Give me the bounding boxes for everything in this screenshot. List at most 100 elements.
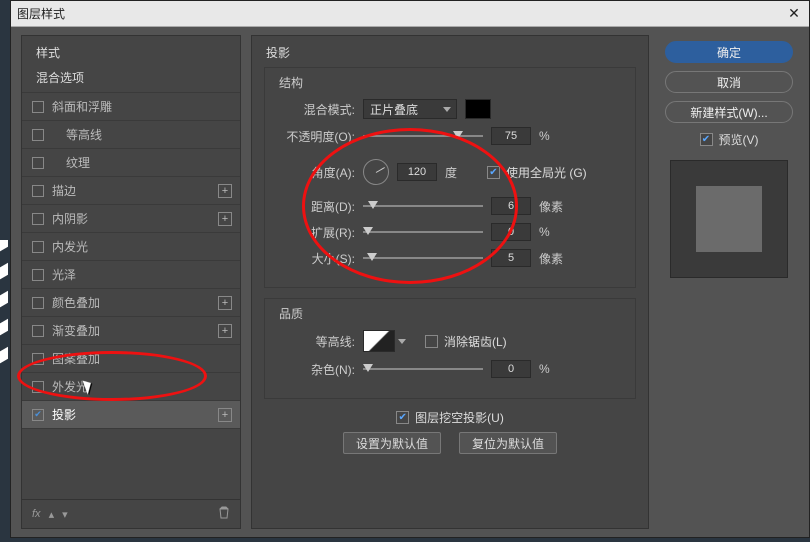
- style-checkbox[interactable]: [32, 185, 44, 197]
- new-style-button[interactable]: 新建样式(W)...: [665, 101, 793, 123]
- ok-button[interactable]: 确定: [665, 41, 793, 63]
- style-item-label: 纹理: [66, 154, 232, 171]
- style-checkbox[interactable]: [32, 381, 44, 393]
- style-item[interactable]: 纹理: [22, 149, 240, 177]
- style-checkbox[interactable]: [32, 241, 44, 253]
- move-up-icon[interactable]: ▴: [49, 508, 55, 521]
- noise-input[interactable]: 0: [491, 360, 531, 378]
- style-item-label: 等高线: [66, 126, 232, 143]
- style-item[interactable]: 图案叠加: [22, 345, 240, 373]
- opacity-label: 不透明度(O):: [277, 128, 355, 145]
- angle-label: 角度(A):: [277, 164, 355, 181]
- style-item-label: 描边: [52, 182, 218, 199]
- style-checkbox[interactable]: [32, 213, 44, 225]
- style-checkbox[interactable]: [32, 409, 44, 421]
- opacity-input[interactable]: 75: [491, 127, 531, 145]
- style-item[interactable]: 渐变叠加+: [22, 317, 240, 345]
- global-light-label: 使用全局光 (G): [506, 164, 587, 181]
- fx-menu[interactable]: fx: [32, 508, 41, 520]
- add-effect-icon[interactable]: +: [218, 212, 232, 226]
- close-button[interactable]: ✕: [785, 5, 803, 23]
- styles-header[interactable]: 样式: [22, 36, 240, 65]
- quality-legend: 品质: [279, 305, 623, 322]
- knockout-checkbox[interactable]: [396, 411, 409, 424]
- style-item[interactable]: 颜色叠加+: [22, 289, 240, 317]
- shadow-color-swatch[interactable]: [465, 99, 491, 119]
- style-tools: fx ▴ ▾: [22, 499, 240, 528]
- set-default-button[interactable]: 设置为默认值: [343, 432, 441, 454]
- noise-label: 杂色(N):: [277, 361, 355, 378]
- style-item[interactable]: 斜面和浮雕: [22, 93, 240, 121]
- global-light-checkbox[interactable]: [487, 166, 500, 179]
- style-item-label: 图案叠加: [52, 350, 232, 367]
- quality-group: 品质 等高线: 消除锯齿(L) 杂色(N): 0 %: [264, 298, 636, 399]
- style-item[interactable]: 投影+: [22, 401, 240, 429]
- size-slider[interactable]: [363, 251, 483, 265]
- trash-icon[interactable]: [218, 506, 230, 522]
- blend-mode-label: 混合模式:: [277, 101, 355, 118]
- distance-slider[interactable]: [363, 199, 483, 213]
- add-effect-icon[interactable]: +: [218, 324, 232, 338]
- noise-unit: %: [539, 362, 567, 376]
- size-label: 大小(S):: [277, 250, 355, 267]
- contour-label: 等高线:: [277, 333, 355, 350]
- reset-default-button[interactable]: 复位为默认值: [459, 432, 557, 454]
- spread-unit: %: [539, 225, 567, 239]
- style-item[interactable]: 内阴影+: [22, 205, 240, 233]
- style-item-label: 颜色叠加: [52, 294, 218, 311]
- size-input[interactable]: 5: [491, 249, 531, 267]
- style-item[interactable]: 光泽: [22, 261, 240, 289]
- knockout-label: 图层挖空投影(U): [415, 409, 504, 426]
- distance-input[interactable]: 6: [491, 197, 531, 215]
- background-decoration: [0, 240, 8, 380]
- effect-title: 投影: [264, 42, 636, 67]
- style-item[interactable]: 外发光: [22, 373, 240, 401]
- contour-picker[interactable]: [363, 330, 395, 352]
- add-effect-icon[interactable]: +: [218, 296, 232, 310]
- add-effect-icon[interactable]: +: [218, 184, 232, 198]
- blend-mode-select[interactable]: 正片叠底: [363, 99, 457, 119]
- dialog-title: 图层样式: [17, 5, 65, 22]
- effect-settings-panel: 投影 结构 混合模式: 正片叠底 不透明度(O): 75 % 角度(A):: [251, 35, 649, 529]
- style-checkbox[interactable]: [32, 353, 44, 365]
- layer-style-dialog: 图层样式 ✕ 样式 混合选项 斜面和浮雕等高线纹理描边+内阴影+内发光光泽颜色叠…: [10, 0, 810, 538]
- style-checkbox[interactable]: [32, 129, 44, 141]
- style-item-label: 外发光: [52, 378, 232, 395]
- style-checkbox[interactable]: [32, 297, 44, 309]
- preview-label: 预览(V): [719, 131, 759, 148]
- spread-input[interactable]: 0: [491, 223, 531, 241]
- angle-input[interactable]: 120: [397, 163, 437, 181]
- style-item-label: 光泽: [52, 266, 232, 283]
- move-down-icon[interactable]: ▾: [62, 508, 68, 521]
- style-item[interactable]: 等高线: [22, 121, 240, 149]
- style-item[interactable]: 描边+: [22, 177, 240, 205]
- style-item-label: 内阴影: [52, 210, 218, 227]
- style-item-label: 内发光: [52, 238, 232, 255]
- angle-dial[interactable]: [363, 159, 389, 185]
- style-item-label: 斜面和浮雕: [52, 98, 232, 115]
- distance-unit: 像素: [539, 198, 567, 215]
- spread-slider[interactable]: [363, 225, 483, 239]
- opacity-unit: %: [539, 129, 567, 143]
- preview-box: [670, 160, 788, 278]
- styles-panel: 样式 混合选项 斜面和浮雕等高线纹理描边+内阴影+内发光光泽颜色叠加+渐变叠加+…: [21, 35, 241, 529]
- noise-slider[interactable]: [363, 362, 483, 376]
- titlebar: 图层样式 ✕: [11, 1, 809, 27]
- style-item-label: 投影: [52, 406, 218, 423]
- size-unit: 像素: [539, 250, 567, 267]
- style-checkbox[interactable]: [32, 325, 44, 337]
- style-item[interactable]: 内发光: [22, 233, 240, 261]
- style-list: 斜面和浮雕等高线纹理描边+内阴影+内发光光泽颜色叠加+渐变叠加+图案叠加外发光投…: [22, 93, 240, 499]
- style-checkbox[interactable]: [32, 101, 44, 113]
- opacity-slider[interactable]: [363, 129, 483, 143]
- cancel-button[interactable]: 取消: [665, 71, 793, 93]
- style-checkbox[interactable]: [32, 157, 44, 169]
- style-checkbox[interactable]: [32, 269, 44, 281]
- action-panel: 确定 取消 新建样式(W)... 预览(V): [659, 35, 799, 529]
- blend-options[interactable]: 混合选项: [22, 65, 240, 93]
- add-effect-icon[interactable]: +: [218, 408, 232, 422]
- preview-checkbox[interactable]: [700, 133, 713, 146]
- antialias-label: 消除锯齿(L): [444, 333, 507, 350]
- antialias-checkbox[interactable]: [425, 335, 438, 348]
- preview-swatch: [696, 186, 762, 252]
